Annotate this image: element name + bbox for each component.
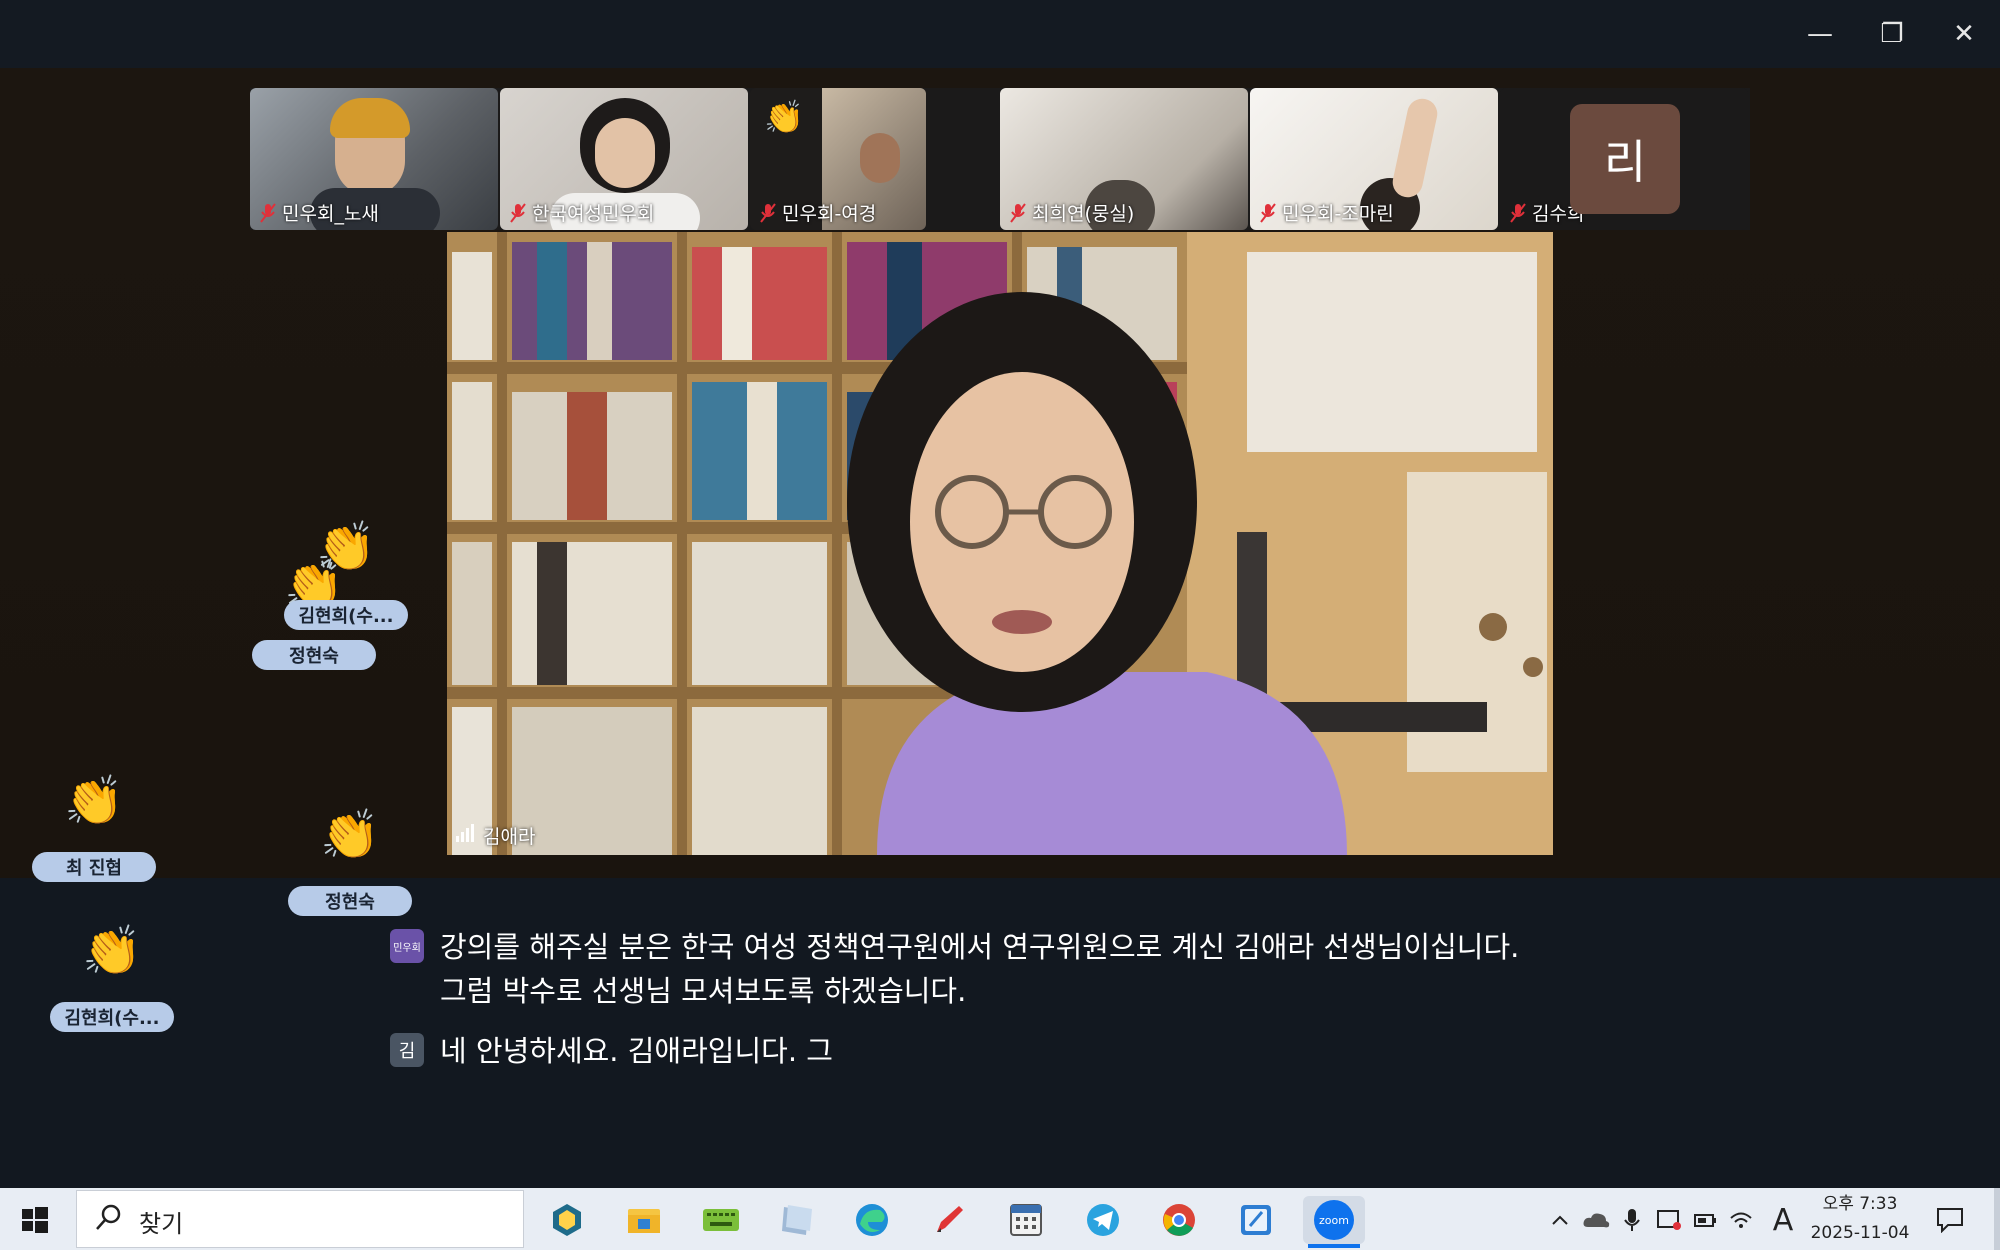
screen-share-icon[interactable] [1654, 1196, 1684, 1244]
speaker-name: 김애라 [483, 826, 536, 848]
speaker-video[interactable]: 김애라 [447, 232, 1553, 855]
microphone-icon[interactable] [1618, 1196, 1646, 1244]
mic-muted-icon [510, 202, 526, 223]
close-button[interactable]: ✕ [1934, 10, 1994, 58]
reaction-name-pill: 김현희(수... [284, 600, 408, 630]
participant-name: 민우회-여경 [782, 203, 877, 225]
chevron-up-icon [1552, 1215, 1568, 1225]
pen-app-icon[interactable] [925, 1196, 973, 1244]
restore-icon: ❐ [1880, 19, 1904, 49]
start-button[interactable] [14, 1200, 54, 1240]
restore-button[interactable]: ❐ [1862, 10, 1922, 58]
clap-reaction-icon: 👏 [320, 807, 380, 863]
mic-muted-icon [260, 202, 276, 223]
show-desktop-button[interactable] [1994, 1188, 2000, 1250]
notes-app-icon[interactable] [772, 1196, 820, 1244]
participant-name: 최희연(뭉실) [1032, 203, 1135, 225]
onedrive-icon[interactable] [1580, 1196, 1612, 1244]
window-titlebar [0, 0, 2000, 68]
caption-line: 네 안녕하세요. 김애라입니다. 그 [440, 1034, 833, 1068]
paint-app-icon[interactable] [1232, 1196, 1280, 1244]
notification-center-button[interactable] [1926, 1196, 1974, 1244]
show-hidden-icons-button[interactable] [1546, 1196, 1574, 1244]
participant-tile[interactable]: 민우회-조마린 [1250, 88, 1498, 230]
clock[interactable]: 오후 7:33 2025-11-04 [1800, 1190, 1920, 1248]
windows-logo-icon [22, 1207, 48, 1233]
participant-tile[interactable]: 최희연(뭉실) [1000, 88, 1248, 230]
clock-time: 오후 7:33 [1822, 1194, 1898, 1214]
mic-muted-icon [1510, 202, 1526, 223]
edge-browser-icon[interactable] [848, 1196, 896, 1244]
mic-muted-icon [1260, 202, 1276, 223]
mic-muted-icon [760, 202, 776, 223]
active-app-indicator [1308, 1244, 1360, 1248]
zoom-icon: zoom [1314, 1200, 1354, 1240]
search-icon [93, 1203, 123, 1237]
battery-icon[interactable] [1690, 1196, 1720, 1244]
participant-name: 민우회-조마린 [1282, 203, 1394, 225]
ime-indicator[interactable]: A [1768, 1196, 1798, 1244]
wifi-icon[interactable] [1726, 1196, 1756, 1244]
speaker-video-frame [447, 232, 1553, 855]
telegram-icon[interactable] [1079, 1196, 1127, 1244]
clock-date: 2025-11-04 [1810, 1223, 1910, 1243]
reaction-name-pill: 정현숙 [252, 640, 376, 670]
clap-reaction-icon: 👏 [64, 773, 124, 829]
taskbar-search[interactable]: 찾기 [76, 1190, 524, 1248]
participant-name: 한국여성민우회 [532, 203, 655, 225]
reaction-name-pill: 정현숙 [288, 886, 412, 916]
speaker-icon: 민우회 [390, 929, 424, 963]
caption-line: 그럼 박수로 선생님 모셔보도록 하겠습니다. [440, 974, 967, 1008]
keyboard-app-icon[interactable] [697, 1196, 745, 1244]
speaker-icon: 김 [390, 1033, 424, 1067]
file-explorer-icon[interactable] [620, 1196, 668, 1244]
snipping-tool-icon[interactable] [543, 1196, 591, 1244]
calculator-icon[interactable] [1002, 1196, 1050, 1244]
clap-reaction-icon: 👏 [764, 98, 804, 136]
participant-tile[interactable]: 민우회_노새 [250, 88, 498, 230]
signal-strength-icon [455, 824, 475, 847]
zoom-app-button[interactable]: zoom [1303, 1196, 1365, 1244]
notification-icon [1937, 1208, 1963, 1233]
mic-muted-icon [1010, 202, 1026, 223]
reaction-name-pill: 김현희(수... [50, 1002, 174, 1032]
minimize-button[interactable]: — [1790, 10, 1850, 58]
participant-tile[interactable]: 한국여성민우회 [500, 88, 748, 230]
close-icon: ✕ [1953, 19, 1975, 49]
minimize-icon: — [1807, 19, 1833, 49]
reaction-name-pill: 최 진협 [32, 852, 156, 882]
search-placeholder: 찾기 [139, 1210, 184, 1238]
participant-name: 민우회_노새 [282, 203, 379, 225]
avatar: 리 [1570, 104, 1680, 214]
chrome-icon[interactable] [1155, 1196, 1203, 1244]
participant-tile[interactable]: 👏 민우회-여경 [750, 88, 926, 230]
clap-reaction-icon: 👏 [82, 923, 142, 979]
caption-line: 강의를 해주실 분은 한국 여성 정책연구원에서 연구위원으로 계신 김애라 선… [440, 930, 1520, 964]
